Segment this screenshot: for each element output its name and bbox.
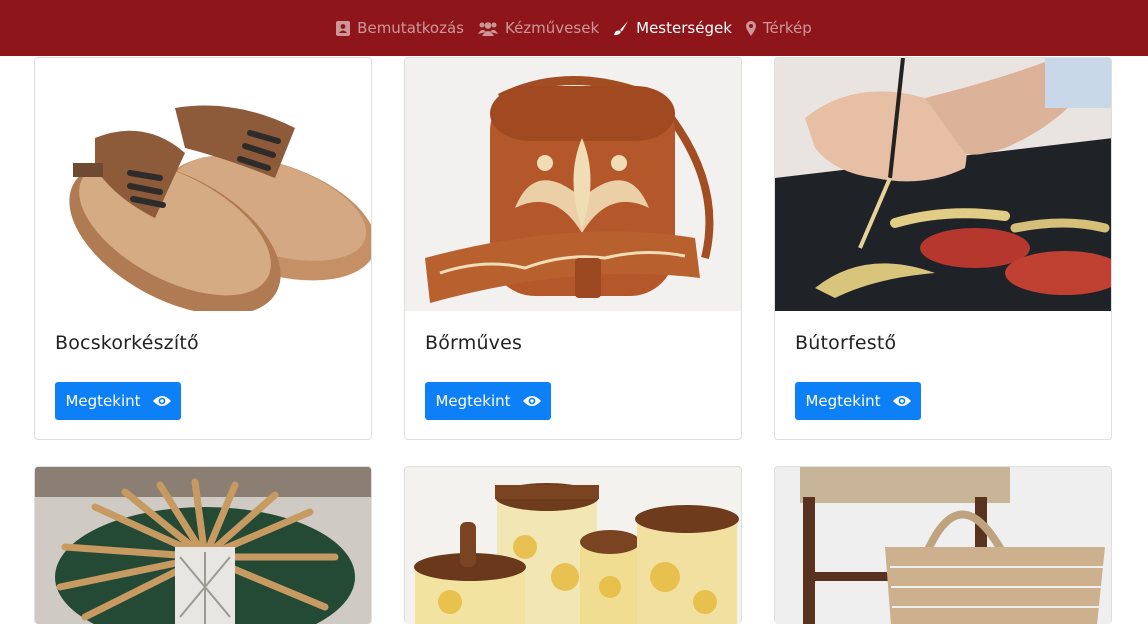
card-image-woven-basket[interactable] [775, 467, 1111, 624]
craft-card [404, 466, 742, 624]
nav-item-mestersegek[interactable]: Mesterségek [613, 19, 732, 37]
view-button[interactable]: Megtekint [795, 382, 921, 420]
eye-icon [522, 395, 541, 407]
craft-card [774, 466, 1112, 624]
craft-card: Bútorfestő Megtekint [774, 57, 1112, 440]
view-button-label: Megtekint [805, 392, 881, 410]
craft-card: Bocskorkészítő Megtekint [34, 57, 372, 440]
card-image-furniture-painting[interactable] [775, 58, 1111, 311]
nav-item-bemutatkozas[interactable]: Bemutatkozás [336, 19, 464, 37]
craft-card: Bőrműves Megtekint [404, 57, 742, 440]
nav-item-label: Kézművesek [504, 19, 600, 37]
card-image-leather-bag[interactable] [405, 58, 741, 311]
card-title: Bőrműves [425, 332, 523, 354]
nav-item-label: Bemutatkozás [357, 19, 464, 37]
nav-item-kezmuvesek[interactable]: Kézművesek [477, 19, 600, 37]
nav-item-label: Mesterségek [636, 19, 732, 37]
view-button-label: Megtekint [65, 392, 141, 410]
craft-card [34, 466, 372, 624]
address-card-icon [336, 20, 351, 36]
view-button[interactable]: Megtekint [425, 382, 551, 420]
map-marker-icon [745, 20, 756, 36]
view-button[interactable]: Megtekint [55, 382, 181, 420]
users-icon [477, 21, 498, 36]
card-title: Bocskorkészítő [55, 332, 199, 354]
card-image-leather-shoes[interactable] [35, 58, 371, 311]
card-image-bobbin-lace[interactable] [35, 467, 371, 624]
paint-brush-icon [613, 20, 629, 36]
main-navbar: Bemutatkozás Kézművesek Mesterségek Térk… [0, 0, 1148, 56]
nav-item-label: Térkép [762, 19, 812, 37]
eye-icon [152, 395, 171, 407]
nav-item-terkep[interactable]: Térkép [745, 19, 812, 37]
card-title: Bútorfestő [795, 332, 897, 354]
view-button-label: Megtekint [435, 392, 511, 410]
eye-icon [892, 395, 911, 407]
card-image-painted-ceramics[interactable] [405, 467, 741, 624]
